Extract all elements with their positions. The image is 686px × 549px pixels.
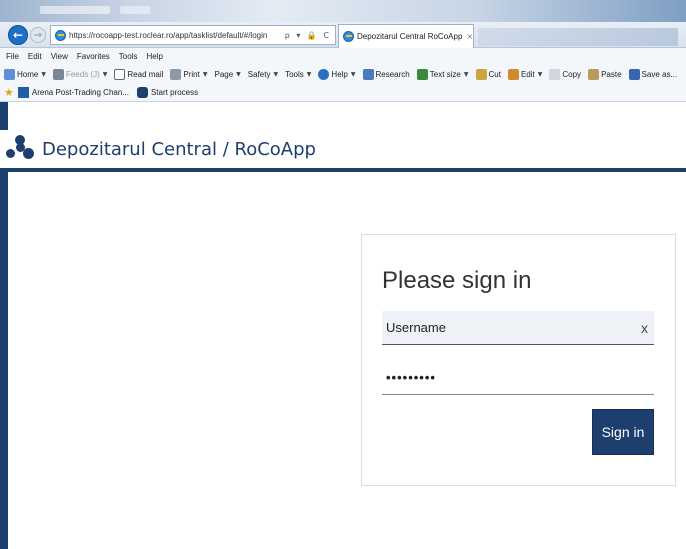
sign-in-panel: Please sign in Username x ••••••••• Sign… xyxy=(361,234,676,486)
username-field[interactable]: Username x xyxy=(382,311,654,345)
arena-icon xyxy=(17,87,29,98)
tab-strip-fill xyxy=(478,28,678,46)
clipboard-icon xyxy=(588,68,600,80)
text-size-label: Text size xyxy=(429,69,461,79)
print-button[interactable]: Print ▼ xyxy=(170,68,208,80)
favorite-arena[interactable]: Arena Post-Trading Chan... xyxy=(17,87,129,98)
menu-bar: File Edit View Favorites Tools Help xyxy=(0,48,686,64)
password-value[interactable]: ••••••••• xyxy=(386,370,436,385)
favorite-arena-label: Arena Post-Trading Chan... xyxy=(31,88,129,97)
favorites-star-icon[interactable]: ★ xyxy=(4,86,14,99)
home-icon xyxy=(4,68,15,80)
menu-view[interactable]: View xyxy=(51,52,68,61)
cut-label: Cut xyxy=(488,69,501,79)
ie-icon xyxy=(55,29,66,41)
back-button[interactable]: ← xyxy=(8,25,28,45)
titlebar-text xyxy=(40,6,110,14)
titlebar-text-secondary xyxy=(120,6,150,14)
help-icon xyxy=(318,68,330,80)
chevron-down-icon[interactable]: ▼ xyxy=(273,71,278,78)
chevron-down-icon[interactable]: ▼ xyxy=(351,71,356,78)
chevron-down-icon[interactable]: ▼ xyxy=(538,71,543,78)
browser-tab[interactable]: Depozitarul Central RoCoApp × xyxy=(338,24,474,48)
password-field[interactable]: ••••••••• xyxy=(382,361,654,395)
chevron-down-icon[interactable]: ▼ xyxy=(203,71,208,78)
username-value[interactable]: Username xyxy=(386,320,446,335)
page-button[interactable]: Page ▼ xyxy=(214,70,240,79)
rocoapp-logo xyxy=(6,135,34,163)
read-mail-label: Read mail xyxy=(127,69,164,79)
favorite-start-process[interactable]: Start process xyxy=(136,87,199,98)
save-as-label: Save as... xyxy=(641,69,678,79)
home-label: Home xyxy=(17,69,39,79)
app-header: Depozitarul Central / RoCoApp xyxy=(0,130,686,172)
menu-tools[interactable]: Tools xyxy=(119,52,138,61)
logo-dot xyxy=(16,143,25,152)
research-icon xyxy=(362,68,374,80)
print-label: Print xyxy=(183,69,200,79)
mail-icon xyxy=(114,68,126,80)
cut-button[interactable]: Cut xyxy=(475,68,501,80)
chevron-down-icon[interactable]: ▼ xyxy=(236,71,241,78)
menu-file[interactable]: File xyxy=(6,52,19,61)
logo-dot xyxy=(23,148,34,159)
edit-button[interactable]: Edit ▼ xyxy=(507,68,543,80)
edit-label: Edit xyxy=(520,69,535,79)
read-mail-button[interactable]: Read mail xyxy=(114,68,164,80)
app-title: Depozitarul Central / RoCoApp xyxy=(42,138,316,160)
sign-in-heading: Please sign in xyxy=(382,267,532,294)
address-bar[interactable]: https://rocoapp-test.roclear.ro/app/task… xyxy=(50,25,336,45)
copy-label: Copy xyxy=(562,69,582,79)
sign-in-button[interactable]: Sign in xyxy=(592,409,654,455)
paste-label: Paste xyxy=(601,69,622,79)
text-size-button[interactable]: Text size ▼ xyxy=(416,68,469,80)
pencil-icon xyxy=(507,68,519,80)
chevron-down-icon[interactable]: ▼ xyxy=(464,71,469,78)
tab-ie-icon xyxy=(343,31,354,42)
tab-title: Depozitarul Central RoCoApp xyxy=(357,32,463,41)
text-size-icon xyxy=(416,68,428,80)
home-button[interactable]: Home ▼ xyxy=(4,68,46,80)
help-label: Help xyxy=(331,69,348,79)
address-bar-icons[interactable]: ρ ▾ 🔒 C xyxy=(285,31,335,40)
copy-icon xyxy=(549,68,561,80)
save-as-button[interactable]: Save as... xyxy=(628,68,678,80)
clear-icon[interactable]: x xyxy=(641,320,648,336)
address-row: ← → https://rocoapp-test.roclear.ro/app/… xyxy=(0,22,686,48)
feeds-icon xyxy=(52,68,64,80)
safety-label: Safety xyxy=(247,69,271,79)
forward-button[interactable]: → xyxy=(30,27,46,43)
menu-edit[interactable]: Edit xyxy=(28,52,42,61)
help-button[interactable]: Help ▼ xyxy=(318,68,356,80)
chevron-down-icon[interactable]: ▼ xyxy=(307,71,312,78)
paste-button[interactable]: Paste xyxy=(588,68,622,80)
command-bar: Home ▼ Feeds (J) ▼ Read mail Print ▼ Page ▼ … xyxy=(0,64,686,84)
favorites-bar: ★ Arena Post-Trading Chan... Start proce… xyxy=(0,84,686,102)
page-label: Page xyxy=(214,69,234,79)
copy-button[interactable]: Copy xyxy=(549,68,582,80)
address-url[interactable]: https://rocoapp-test.roclear.ro/app/task… xyxy=(69,31,285,40)
save-icon xyxy=(628,68,640,80)
tab-close-icon[interactable]: × xyxy=(466,32,473,41)
favorite-start-process-label: Start process xyxy=(150,88,199,97)
menu-favorites[interactable]: Favorites xyxy=(77,52,110,61)
rocoapp-icon xyxy=(136,87,148,98)
printer-icon xyxy=(170,68,182,80)
feeds-label: Feeds (J) xyxy=(65,69,100,79)
scissors-icon xyxy=(475,68,487,80)
safety-button[interactable]: Safety ▼ xyxy=(248,70,278,79)
tools-button[interactable]: Tools ▼ xyxy=(285,70,311,79)
feeds-button[interactable]: Feeds (J) ▼ xyxy=(52,68,108,80)
tools-label: Tools xyxy=(285,69,304,79)
logo-dot xyxy=(6,149,15,158)
research-button[interactable]: Research xyxy=(362,68,410,80)
research-label: Research xyxy=(375,69,410,79)
menu-help[interactable]: Help xyxy=(146,52,162,61)
chevron-down-icon[interactable]: ▼ xyxy=(103,71,108,78)
window-titlebar xyxy=(0,0,686,22)
chevron-down-icon[interactable]: ▼ xyxy=(41,71,46,78)
